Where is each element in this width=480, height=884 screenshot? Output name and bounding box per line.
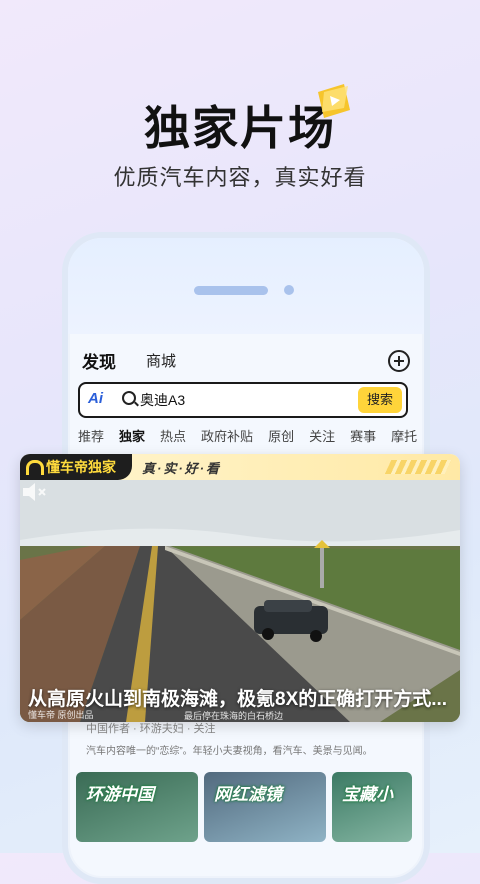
card-header: 懂车帝独家 真·实·好·看	[20, 454, 460, 480]
video-player[interactable]: 从高原火山到南极海滩，极氪8X的正确打开方式... 懂车帝 原创出品 最后停在珠…	[20, 480, 460, 722]
slogan: 真·实·好·看	[142, 461, 221, 476]
search-bar[interactable]: Ai 奥迪A3 搜索	[78, 382, 408, 418]
phone-speaker	[194, 286, 268, 295]
video-watermark: 懂车帝 原创出品	[28, 710, 94, 720]
channel-subsidy[interactable]: 政府补贴	[201, 426, 253, 445]
add-button[interactable]	[388, 350, 410, 372]
video-caption: 从高原火山到南极海滩，极氪8X的正确打开方式...	[28, 689, 448, 710]
brand-label: 懂车帝独家	[20, 454, 132, 480]
tab-mall[interactable]: 商城	[146, 350, 176, 371]
mute-icon[interactable]	[20, 480, 48, 504]
film-strip-icon	[384, 460, 452, 474]
series-description: 汽车内容唯一的“恋综”。年轻小夫妻视角，看汽车、美景与见闻。	[86, 746, 373, 757]
channel-exclusive[interactable]: 独家	[119, 426, 145, 445]
author-meta: 中国作者 · 环游夫妇 · 关注	[86, 723, 216, 735]
series-tile[interactable]: 环游中国	[76, 772, 198, 842]
video-card[interactable]: 懂车帝独家 真·实·好·看 从高原火山到南极海滩，极氪8X的正确打开方式... …	[20, 454, 460, 722]
channel-bar: 推荐 独家 热点 政府补贴 原创 关注 赛事 摩托	[78, 426, 417, 445]
tab-discover[interactable]: 发现	[82, 348, 116, 376]
search-input[interactable]: 奥迪A3	[140, 390, 185, 410]
top-tabs: 发现 商城	[82, 348, 176, 376]
channel-recommend[interactable]: 推荐	[78, 426, 104, 445]
hero-title: 独家片场	[144, 102, 336, 154]
hero-subtitle: 优质汽车内容，真实好看	[113, 165, 367, 190]
ai-badge[interactable]: Ai	[88, 390, 103, 407]
channel-events[interactable]: 赛事	[350, 426, 376, 445]
series-tile-title: 宝藏小	[342, 785, 393, 804]
channel-original[interactable]: 原创	[268, 426, 294, 445]
video-location: 最后停在珠海的白石桥边	[184, 711, 284, 721]
search-icon	[122, 391, 136, 405]
phone-status-area	[68, 238, 424, 334]
series-tile-title: 网红滤镜	[214, 785, 282, 804]
series-tile[interactable]: 宝藏小	[332, 772, 412, 842]
series-tile-title: 环游中国	[86, 785, 154, 804]
channel-hot[interactable]: 热点	[160, 426, 186, 445]
play-badge-icon	[318, 84, 350, 118]
series-tile[interactable]: 网红滤镜	[204, 772, 326, 842]
channel-follow[interactable]: 关注	[309, 426, 335, 445]
channel-moto[interactable]: 摩托	[391, 426, 417, 445]
search-button[interactable]: 搜索	[358, 387, 402, 413]
brand-logo-icon	[26, 460, 44, 475]
phone-camera	[284, 285, 294, 295]
series-tiles: 环游中国 网红滤镜 宝藏小	[76, 772, 412, 842]
brand-name: 懂车帝独家	[46, 459, 116, 475]
